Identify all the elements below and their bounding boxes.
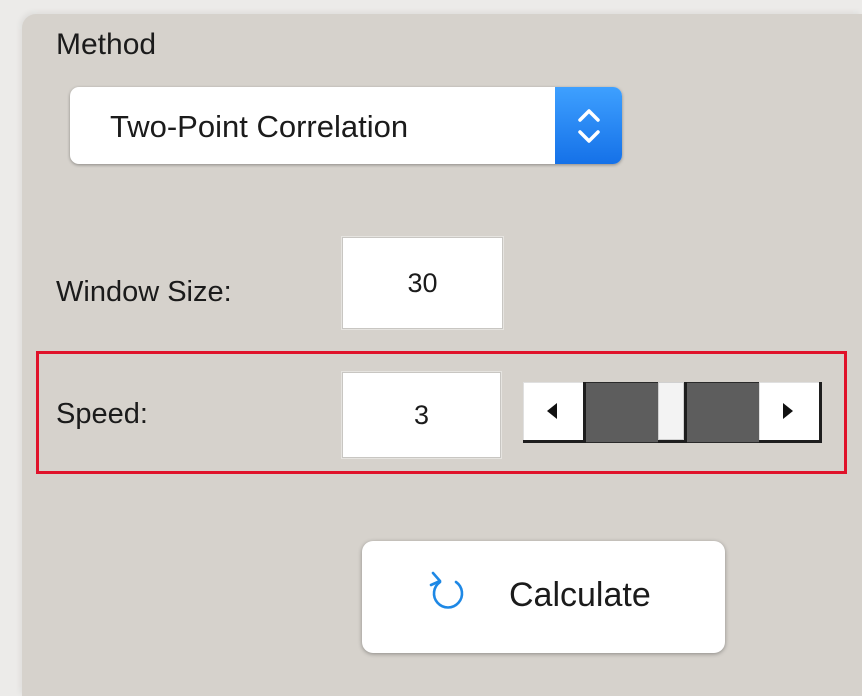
calculate-label: Calculate: [509, 576, 651, 614]
method-select-value: Two-Point Correlation: [110, 109, 409, 144]
refresh-icon: [429, 571, 464, 609]
select-arrows-button[interactable]: [555, 87, 622, 164]
speed-row-highlight: [36, 351, 847, 474]
calculate-button[interactable]: Calculate: [362, 541, 725, 653]
window-size-label: Window Size:: [56, 276, 232, 308]
method-select[interactable]: Two-Point Correlation: [70, 87, 622, 164]
method-label: Method: [56, 28, 157, 61]
up-down-chevron-icon: [578, 109, 600, 143]
window-size-input[interactable]: 30: [342, 237, 503, 329]
